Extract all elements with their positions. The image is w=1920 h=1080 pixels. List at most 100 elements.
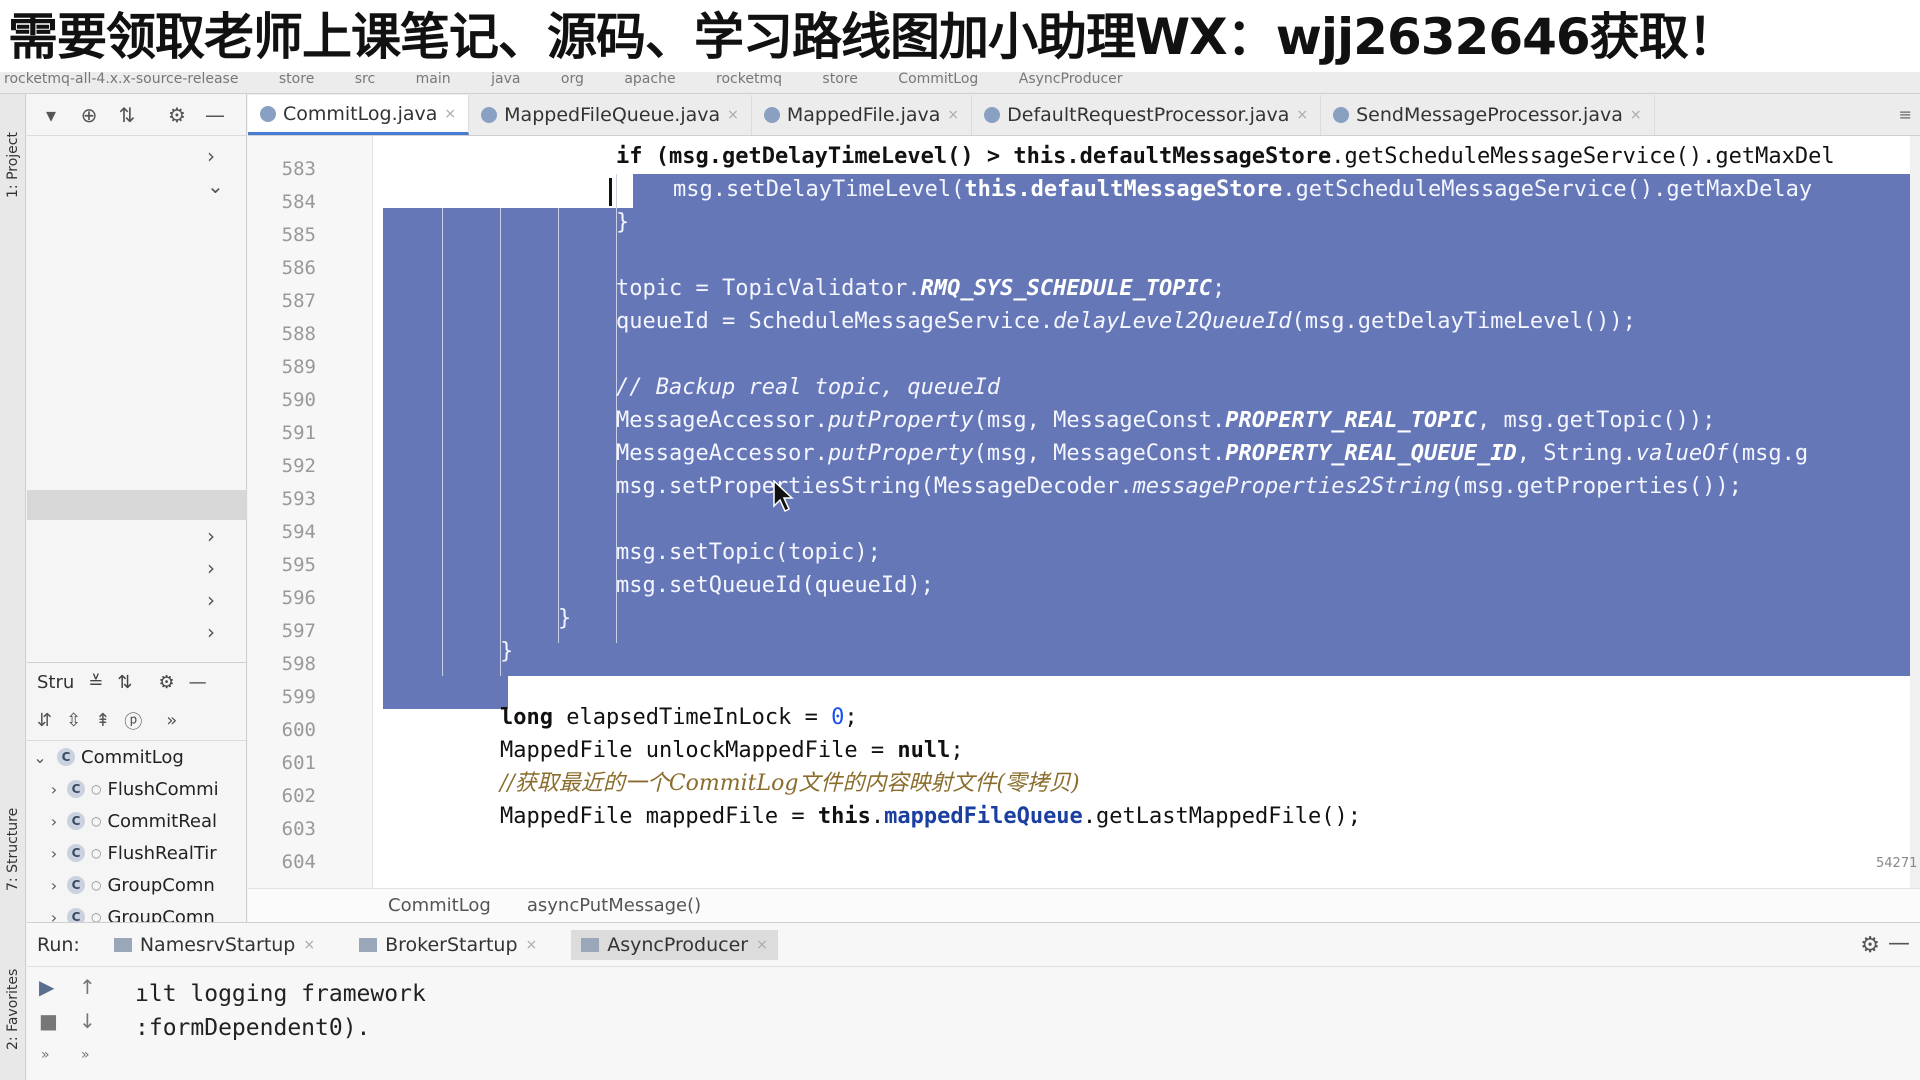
code-area[interactable]: if (msg.getDelayTimeLevel() > this.defau…: [373, 136, 1920, 888]
minimize-icon[interactable]: —: [189, 672, 207, 693]
sort-visibility-icon[interactable]: ⇳: [66, 710, 81, 731]
class-file-icon: [481, 107, 498, 123]
stop-icon[interactable]: ■: [39, 1009, 58, 1033]
chevron-down-icon: ⌄: [33, 747, 47, 767]
list-item[interactable]: › C ○ FlushRealTir: [27, 837, 246, 869]
run-tab-asyncproducer[interactable]: AsyncProducer ×: [571, 929, 778, 960]
line-number: 597: [281, 620, 316, 642]
favorites-tool-tab[interactable]: 2: Favorites: [2, 944, 24, 1074]
code-editor[interactable]: 583 584 585 586 587 588 589 590 591 592 …: [248, 136, 1920, 888]
properties-icon[interactable]: ⓟ: [124, 708, 142, 734]
breadcrumb-method[interactable]: asyncPutMessage(): [527, 895, 701, 916]
run-config-selector[interactable]: AsyncProducer: [1019, 72, 1123, 87]
code-token: ;: [844, 705, 858, 730]
gear-icon[interactable]: ⚙: [1860, 933, 1880, 958]
project-tool-tab[interactable]: 1: Project: [2, 110, 24, 220]
code-token: if (msg.getDelayTimeLevel() >: [616, 144, 1014, 169]
tab-label: SendMessageProcessor.java: [1356, 104, 1623, 126]
tab-list-icon[interactable]: ≡: [1899, 105, 1912, 124]
nav-crumb[interactable]: CommitLog: [898, 72, 978, 87]
view-dropdown-icon[interactable]: ▾: [39, 103, 63, 127]
chevron-right-icon[interactable]: ›: [207, 620, 215, 644]
run-tab-brokerstartup[interactable]: BrokerStartup ×: [349, 930, 547, 960]
tab-mappedfilequeue[interactable]: MappedFileQueue.java ×: [469, 95, 752, 135]
tab-sendmessageprocessor[interactable]: SendMessageProcessor.java ×: [1321, 95, 1655, 135]
inherited-icon[interactable]: ⇞: [95, 710, 110, 731]
close-icon[interactable]: ×: [1630, 107, 1642, 123]
sort-icon[interactable]: ≚: [88, 672, 103, 693]
tab-mappedfile[interactable]: MappedFile.java ×: [752, 95, 973, 135]
structure-tool-tab[interactable]: 7: Structure: [2, 784, 24, 914]
structure-root[interactable]: ⌄ C CommitLog: [27, 741, 246, 773]
collapse-icon[interactable]: ⇅: [115, 103, 139, 127]
nav-crumb[interactable]: main: [416, 72, 451, 87]
close-icon[interactable]: ×: [444, 106, 456, 122]
nav-crumb[interactable]: store: [822, 72, 857, 87]
nav-crumb[interactable]: rocketmq: [716, 72, 782, 87]
nav-crumb[interactable]: java: [491, 72, 520, 87]
code-token: (msg.g: [1728, 441, 1809, 466]
code-token: valueOf: [1635, 441, 1729, 466]
rerun-icon[interactable]: ▶: [39, 975, 54, 999]
close-icon[interactable]: ×: [727, 107, 739, 123]
run-tab-namesrvstartup[interactable]: NamesrvStartup ×: [104, 930, 325, 960]
chevron-right-icon[interactable]: ›: [207, 144, 215, 168]
minimize-icon[interactable]: —: [1888, 931, 1910, 956]
nav-crumb[interactable]: org: [561, 72, 584, 87]
nav-crumb[interactable]: apache: [624, 72, 675, 87]
close-icon[interactable]: ×: [756, 937, 768, 953]
chevron-right-icon: ›: [50, 843, 58, 863]
chevron-down-icon[interactable]: ⌄: [207, 174, 224, 198]
close-icon[interactable]: ×: [1296, 107, 1308, 123]
code-token: putProperty: [827, 408, 974, 433]
minimize-icon[interactable]: —: [203, 103, 227, 127]
gear-icon[interactable]: ⚙: [158, 672, 174, 693]
chevron-right-icon[interactable]: ›: [207, 588, 215, 612]
sort-alpha-icon[interactable]: ⇵: [37, 710, 52, 731]
list-item[interactable]: › C ○ GroupComn: [27, 901, 246, 922]
breadcrumb-class[interactable]: CommitLog: [388, 895, 491, 916]
tab-commitlog[interactable]: CommitLog.java ×: [248, 95, 470, 135]
class-file-icon: [763, 107, 780, 123]
arrow-up-icon[interactable]: ↑: [79, 975, 96, 999]
more-icon[interactable]: »: [166, 710, 177, 731]
structure-toolbar: ⇵ ⇳ ⇞ ⓟ »: [27, 701, 246, 741]
chevron-right-icon[interactable]: ›: [207, 524, 215, 548]
tab-defaultrequestprocessor[interactable]: DefaultRequestProcessor.java ×: [972, 95, 1322, 135]
console-output[interactable]: ılt logging framework:formDependent0).: [135, 977, 426, 1045]
chevron-right-icon: ›: [50, 811, 58, 831]
list-item[interactable]: › C ○ GroupComn: [27, 869, 246, 901]
tab-label: DefaultRequestProcessor.java: [1007, 104, 1290, 126]
list-item[interactable]: › C ○ CommitReal: [27, 805, 246, 837]
nav-crumb[interactable]: rocketmq-all-4.x.x-source-release: [4, 72, 238, 87]
chevron-right-icon[interactable]: ›: [207, 556, 215, 580]
more-icon[interactable]: »: [41, 1047, 50, 1063]
structure-item-label: FlushCommi: [107, 778, 219, 800]
arrow-down-icon[interactable]: ↓: [79, 1009, 96, 1033]
line-number: 602: [281, 785, 316, 807]
list-item[interactable]: › C ○ FlushCommi: [27, 773, 246, 805]
close-icon[interactable]: ×: [526, 937, 538, 953]
code-line: queueId = ScheduleMessageService.delayLe…: [616, 305, 1636, 338]
close-icon[interactable]: ×: [303, 937, 315, 953]
code-token: .: [870, 804, 885, 829]
more-icon[interactable]: »: [81, 1047, 90, 1063]
close-icon[interactable]: ×: [947, 107, 959, 123]
code-token: elapsedTimeInLock =: [552, 705, 832, 730]
code-token: MessageAccessor.: [616, 441, 828, 466]
tool-window-stripe: 1: Project 7: Structure 2: Favorites: [0, 94, 26, 1080]
gear-icon[interactable]: ⚙: [165, 103, 189, 127]
code-token: PROPERTY_REAL_TOPIC: [1225, 408, 1477, 433]
selected-tree-row[interactable]: [27, 490, 247, 520]
code-token: topic = TopicValidator.: [616, 276, 921, 301]
editor-scrollbar[interactable]: [1910, 136, 1920, 888]
chevron-right-icon: ›: [50, 875, 58, 895]
collapse-icon[interactable]: ⇅: [117, 672, 132, 693]
code-line: }: [558, 606, 572, 631]
code-line: long elapsedTimeInLock = 0;: [500, 701, 858, 734]
nav-crumb[interactable]: store: [279, 72, 314, 87]
locate-icon[interactable]: ⊕: [77, 103, 101, 127]
code-line: MappedFile mappedFile = this.mappedFileQ…: [500, 800, 1361, 833]
nav-crumb[interactable]: src: [355, 72, 375, 87]
line-number: 604: [281, 851, 316, 873]
